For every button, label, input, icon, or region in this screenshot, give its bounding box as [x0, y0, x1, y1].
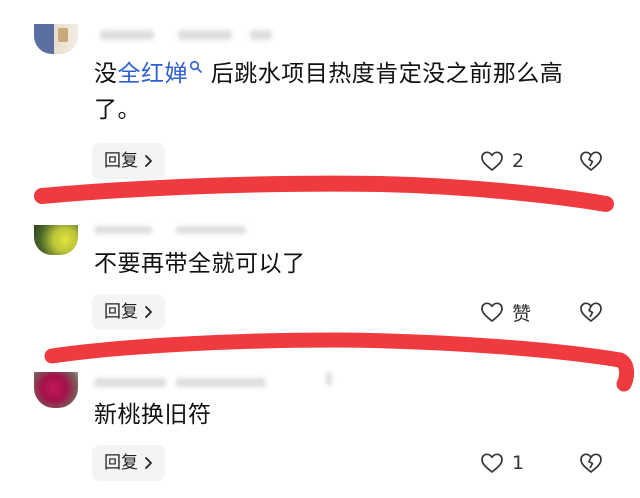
- avatar[interactable]: [34, 372, 78, 408]
- username-blurred: [326, 372, 332, 386]
- username-blurred: [94, 378, 166, 387]
- like-count: 1: [512, 452, 525, 474]
- reply-label: 回复: [104, 453, 138, 473]
- reply-button[interactable]: 回复: [92, 445, 165, 481]
- chevron-right-icon: [145, 457, 152, 469]
- comment-text: 新桃换旧符: [94, 402, 212, 428]
- username-blurred: [176, 378, 266, 387]
- broken-heart-icon[interactable]: [578, 451, 604, 475]
- comment-list: 没全红婵 后跳水项目热度肯定没之前那么高了。 回复 2 不要再带全就可以了 回复…: [0, 0, 640, 498]
- like-button[interactable]: 1: [480, 445, 524, 481]
- heart-outline-icon: [481, 453, 503, 473]
- comment-item: 新桃换旧符 回复 1: [0, 0, 640, 498]
